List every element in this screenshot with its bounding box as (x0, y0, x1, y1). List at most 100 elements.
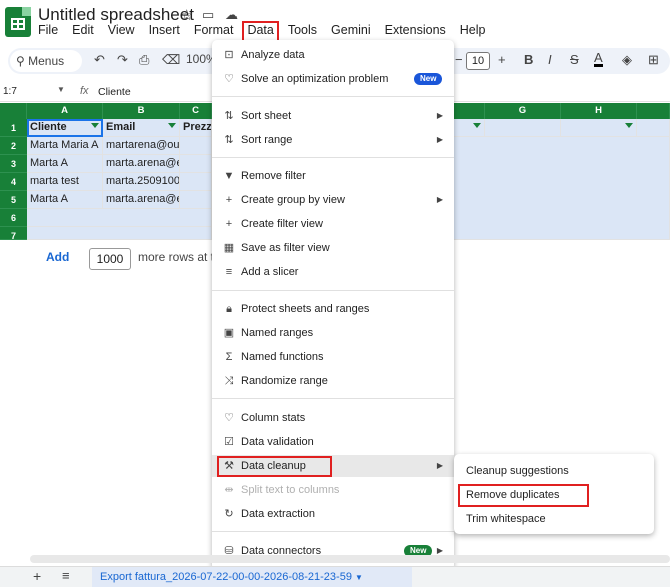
formula-input[interactable]: Cliente (98, 86, 131, 98)
row-header[interactable]: 4 (0, 173, 27, 191)
menu-item-remove-filter[interactable]: ▼ Remove filter (212, 165, 454, 187)
sort-icon: ⇅ (224, 134, 234, 146)
all-sheets-button[interactable]: ≡ (62, 568, 70, 583)
text-color-button[interactable]: A (594, 51, 603, 67)
cloud-icon[interactable]: ☁ (225, 7, 238, 23)
col-header-g[interactable]: G (485, 103, 561, 119)
borders-icon[interactable]: ⊞ (648, 52, 659, 68)
menu-tools[interactable]: Tools (288, 23, 317, 41)
cell-c1[interactable]: Prezzo (180, 119, 212, 137)
print-icon[interactable]: ⎙ (139, 52, 149, 68)
select-all-corner[interactable] (0, 103, 27, 119)
menu-edit[interactable]: Edit (72, 23, 94, 41)
row-header[interactable]: 2 (0, 137, 27, 155)
menu-item-sort-sheet[interactable]: ⇅ Sort sheet ▶ (212, 105, 454, 127)
menu-format[interactable]: Format (194, 23, 234, 41)
filter-icon[interactable] (473, 123, 481, 129)
sheet-tab[interactable]: Export fattura_2026-07-22-00-00-2026-08-… (92, 567, 412, 587)
menu-item-named-ranges[interactable]: ▣ Named ranges (212, 322, 454, 344)
table-cell[interactable] (27, 227, 212, 240)
col-header-b[interactable]: B (103, 103, 180, 119)
table-cell[interactable]: Marta A (27, 155, 103, 173)
name-box-dropdown-icon[interactable]: ▼ (57, 85, 65, 94)
col-header-i[interactable] (637, 103, 670, 119)
table-cell[interactable]: marta.25091009 (103, 173, 180, 191)
add-rows-button[interactable]: Add (46, 250, 69, 264)
paint-format-icon[interactable]: ⌫ (162, 52, 180, 68)
table-cell[interactable]: marta.arena@ev (103, 155, 180, 173)
menu-item-sort-range[interactable]: ⇅ Sort range ▶ (212, 129, 454, 151)
table-cell[interactable] (454, 137, 670, 240)
add-sheet-button[interactable]: + (33, 568, 41, 584)
table-cell[interactable] (180, 173, 212, 191)
document-title[interactable]: Untitled spreadsheet (38, 5, 194, 25)
submenu-item-trim-whitespace[interactable]: Trim whitespace (454, 508, 654, 530)
font-size-increase-icon[interactable]: + (498, 52, 506, 67)
bold-button[interactable]: B (524, 52, 533, 67)
chevron-down-icon[interactable]: ▼ (355, 573, 363, 582)
strikethrough-button[interactable]: S (570, 52, 579, 67)
col-header-f[interactable] (454, 103, 485, 119)
table-cell[interactable]: marta test (27, 173, 103, 191)
table-cell[interactable]: Marta A (27, 191, 103, 209)
menu-view[interactable]: View (108, 23, 135, 41)
col-header-a[interactable]: A (27, 103, 103, 119)
row-header[interactable]: 5 (0, 191, 27, 209)
row-header[interactable]: 7 (0, 227, 27, 241)
undo-icon[interactable]: ↶ (94, 52, 105, 68)
menu-gemini[interactable]: Gemini (331, 23, 371, 41)
row-header[interactable]: 3 (0, 155, 27, 173)
sheets-logo-icon[interactable] (5, 7, 31, 37)
table-cell[interactable] (180, 155, 212, 173)
menu-item-column-stats[interactable]: ♡ Column stats (212, 407, 454, 429)
menu-item-randomize-range[interactable]: ⤨ Randomize range (212, 370, 454, 392)
star-icon[interactable]: ☆ (180, 6, 193, 24)
font-size-decrease-icon[interactable]: − (455, 52, 463, 67)
menu-item-analyze-data[interactable]: ⊡ Analyze data (212, 44, 454, 66)
menu-data[interactable]: Data (242, 21, 279, 43)
cell-h1[interactable] (561, 119, 637, 137)
menu-item-add-slicer[interactable]: ≡ Add a slicer (212, 261, 454, 283)
table-cell[interactable] (180, 191, 212, 209)
menu-insert[interactable]: Insert (149, 23, 180, 41)
menu-item-data-extraction[interactable]: ↻ Data extraction (212, 503, 454, 525)
table-cell[interactable] (180, 137, 212, 155)
horizontal-scrollbar[interactable] (30, 555, 670, 563)
italic-button[interactable]: I (548, 52, 552, 67)
table-cell[interactable]: Marta Maria A (27, 137, 103, 155)
font-size-input[interactable]: 10 (466, 52, 490, 70)
table-cell[interactable]: martarena@outlo (103, 137, 180, 155)
menu-file[interactable]: File (38, 23, 58, 41)
table-cell[interactable] (27, 209, 212, 227)
name-box[interactable]: 1:7 (3, 86, 17, 97)
search-menus-button[interactable]: ⚲ Menus (10, 50, 82, 72)
filter-icon[interactable] (168, 123, 176, 129)
row-header[interactable]: 6 (0, 209, 27, 227)
col-header-c[interactable]: C (180, 103, 212, 119)
cell-f1[interactable] (454, 119, 485, 137)
fill-color-icon[interactable]: ◈ (622, 52, 632, 68)
menu-item-data-validation[interactable]: ☑ Data validation (212, 431, 454, 453)
menu-help[interactable]: Help (460, 23, 486, 41)
menu-item-named-functions[interactable]: Σ Named functions (212, 346, 454, 368)
menu-item-protect-sheets[interactable]: 🔒︎ Protect sheets and ranges (212, 298, 454, 320)
cell-i1[interactable] (637, 119, 670, 137)
filter-icon[interactable] (625, 123, 633, 129)
redo-icon[interactable]: ↷ (117, 52, 128, 68)
cell-a1[interactable]: Cliente (27, 119, 103, 137)
table-cell[interactable]: marta.arena@ev (103, 191, 180, 209)
submenu-item-cleanup-suggestions[interactable]: Cleanup suggestions (454, 460, 654, 482)
save-view-icon: ▦ (223, 242, 235, 254)
cell-g1[interactable] (485, 119, 561, 137)
menu-item-save-as-filter-view[interactable]: ▦ Save as filter view (212, 237, 454, 259)
col-header-h[interactable]: H (561, 103, 637, 119)
menu-item-create-group-by-view[interactable]: + Create group by view ▶ (212, 189, 454, 211)
add-rows-count-input[interactable]: 1000 (89, 248, 131, 270)
folder-move-icon[interactable]: ▭ (202, 7, 214, 23)
row-header[interactable]: 1 (0, 119, 27, 137)
filter-icon[interactable] (91, 123, 99, 129)
cell-b1[interactable]: Email (103, 119, 180, 137)
menu-extensions[interactable]: Extensions (385, 23, 446, 41)
menu-item-solve-optimization[interactable]: ♡ Solve an optimization problem New (212, 68, 454, 90)
menu-item-create-filter-view[interactable]: + Create filter view (212, 213, 454, 235)
